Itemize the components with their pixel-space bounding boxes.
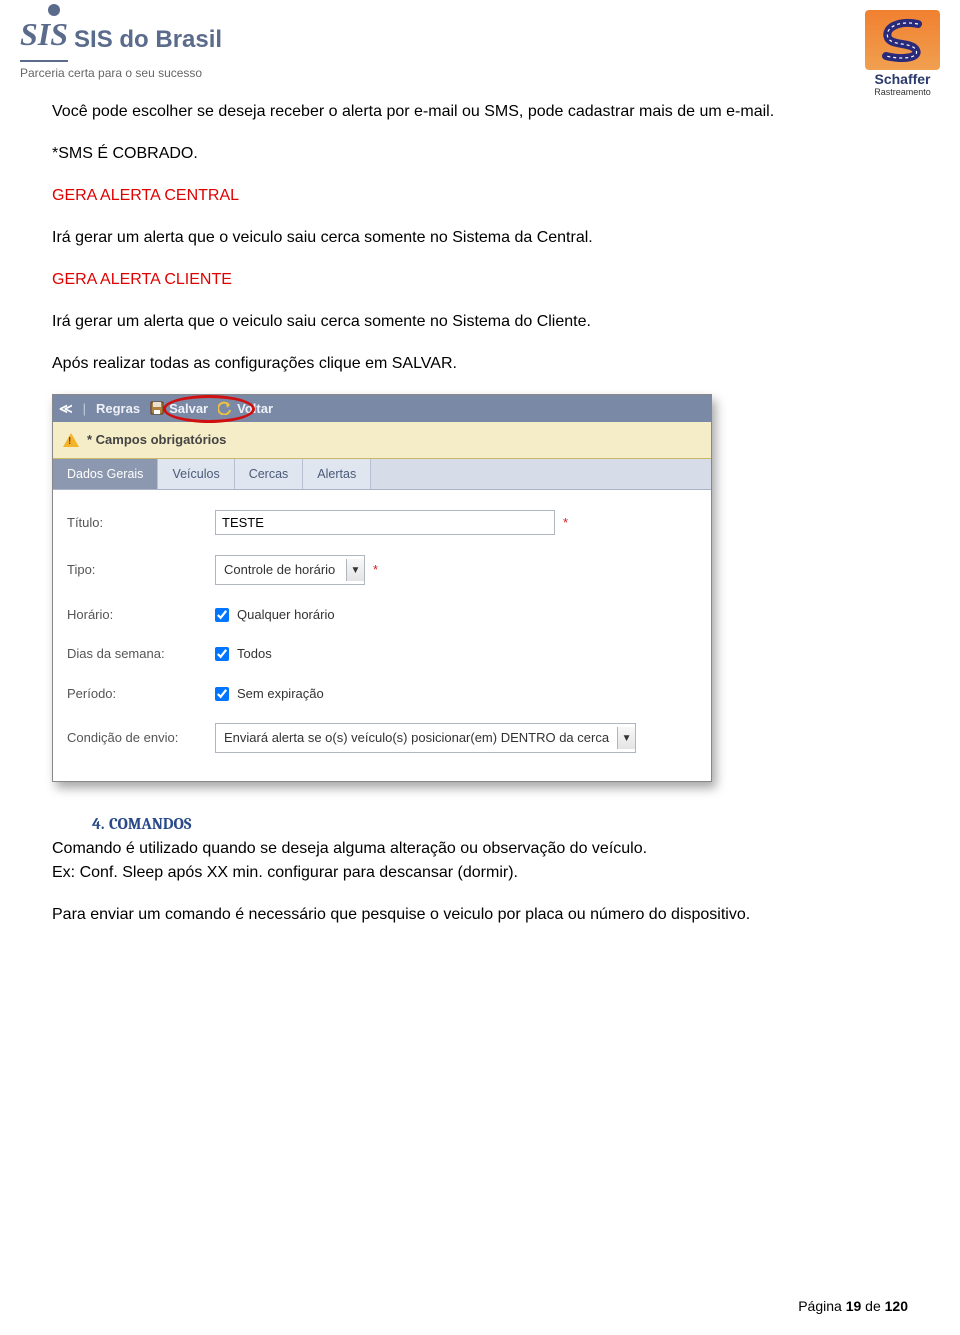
required-asterisk: * — [373, 560, 378, 580]
dias-check-label: Todos — [237, 644, 272, 664]
section-title: COMANDOS — [109, 815, 191, 833]
condicao-value: Enviará alerta se o(s) veículo(s) posici… — [216, 724, 617, 752]
disk-icon — [150, 401, 164, 415]
periodo-checkbox-input[interactable] — [215, 687, 229, 701]
tipo-label: Tipo: — [67, 560, 215, 580]
heading-gera-alerta-cliente: GERA ALERTA CLIENTE — [52, 268, 908, 292]
required-asterisk: * — [563, 513, 568, 533]
paragraph-sms-cobrado: *SMS É COBRADO. — [52, 142, 908, 166]
dias-checkbox[interactable]: Todos — [215, 644, 272, 664]
logo-sis-mark: SIS — [20, 10, 68, 62]
tipo-value: Controle de horário — [216, 556, 346, 584]
periodo-check-label: Sem expiração — [237, 684, 324, 704]
periodo-label: Período: — [67, 684, 215, 704]
horario-checkbox[interactable]: Qualquer horário — [215, 605, 335, 625]
section-4-heading: 4. COMANDOS — [92, 812, 908, 837]
logo-sis-brasil: SIS SIS do Brasil Parceria certa para o … — [20, 10, 222, 82]
tab-cercas[interactable]: Cercas — [235, 459, 304, 490]
logo-tagline: Parceria certa para o seu sucesso — [20, 64, 222, 82]
collapse-chevron-icon[interactable]: ≪ — [59, 399, 73, 419]
titulo-label: Título: — [67, 513, 215, 533]
paragraph-cliente: Irá gerar um alerta que o veiculo saiu c… — [52, 310, 908, 334]
undo-arrow-icon — [218, 401, 232, 415]
horario-label: Horário: — [67, 605, 215, 625]
page-footer: Página 19 de 120 — [798, 1296, 908, 1317]
salvar-label: Salvar — [169, 399, 208, 419]
section-4-p3: Para enviar um comando é necessário que … — [52, 903, 908, 927]
schaffer-name: Schaffer — [865, 72, 940, 86]
titulo-input[interactable] — [215, 510, 555, 535]
schaffer-sub: Rastreamento — [865, 86, 940, 100]
tab-alertas[interactable]: Alertas — [303, 459, 371, 490]
chevron-down-icon: ▼ — [346, 559, 364, 581]
schaffer-s-icon — [865, 10, 940, 70]
horario-checkbox-input[interactable] — [215, 608, 229, 622]
section-4-p1: Comando é utilizado quando se deseja alg… — [52, 837, 908, 861]
tab-veiculos[interactable]: Veículos — [158, 459, 234, 490]
section-4-p2: Ex: Conf. Sleep após XX min. configurar … — [52, 861, 908, 885]
required-fields-text: * Campos obrigatórios — [87, 430, 226, 450]
toolbar-regras[interactable]: Regras — [96, 399, 140, 419]
chevron-down-icon: ▼ — [617, 727, 635, 749]
header: SIS SIS do Brasil Parceria certa para o … — [0, 0, 960, 100]
form-body: Título: * Tipo: Controle de horário ▼ * … — [53, 490, 711, 781]
heading-gera-alerta-central: GERA ALERTA CENTRAL — [52, 184, 908, 208]
footer-page: 19 — [846, 1298, 862, 1314]
toolbar-regras-label: Regras — [96, 399, 140, 419]
paragraph-intro: Você pode escolher se deseja receber o a… — [52, 100, 908, 124]
voltar-label: Voltar — [237, 399, 273, 419]
tipo-select[interactable]: Controle de horário ▼ — [215, 555, 365, 585]
toolbar: ≪ | Regras Salvar — [53, 395, 711, 423]
horario-check-label: Qualquer horário — [237, 605, 335, 625]
dias-checkbox-input[interactable] — [215, 647, 229, 661]
salvar-button[interactable]: Salvar — [150, 399, 208, 419]
paragraph-salvar: Após realizar todas as configurações cli… — [52, 352, 908, 376]
condicao-select[interactable]: Enviará alerta se o(s) veículo(s) posici… — [215, 723, 636, 753]
toolbar-separator: | — [83, 399, 86, 419]
required-fields-banner: * Campos obrigatórios — [53, 422, 711, 459]
footer-prefix: Página — [798, 1298, 845, 1314]
tab-dados-gerais[interactable]: Dados Gerais — [53, 459, 158, 490]
paragraph-central: Irá gerar um alerta que o veiculo saiu c… — [52, 226, 908, 250]
regras-form-panel: ≪ | Regras Salvar — [52, 394, 712, 782]
logo-title: SIS do Brasil — [74, 22, 222, 62]
footer-total: 120 — [885, 1298, 908, 1314]
condicao-label: Condição de envio: — [67, 728, 215, 748]
warning-icon — [63, 433, 79, 447]
logo-schaffer: Schaffer Rastreamento — [865, 10, 940, 100]
voltar-button[interactable]: Voltar — [218, 399, 273, 419]
periodo-checkbox[interactable]: Sem expiração — [215, 684, 324, 704]
tabs-bar: Dados Gerais Veículos Cercas Alertas — [53, 459, 711, 491]
footer-mid: de — [861, 1298, 884, 1314]
dias-label: Dias da semana: — [67, 644, 215, 664]
section-number: 4. — [92, 815, 105, 833]
